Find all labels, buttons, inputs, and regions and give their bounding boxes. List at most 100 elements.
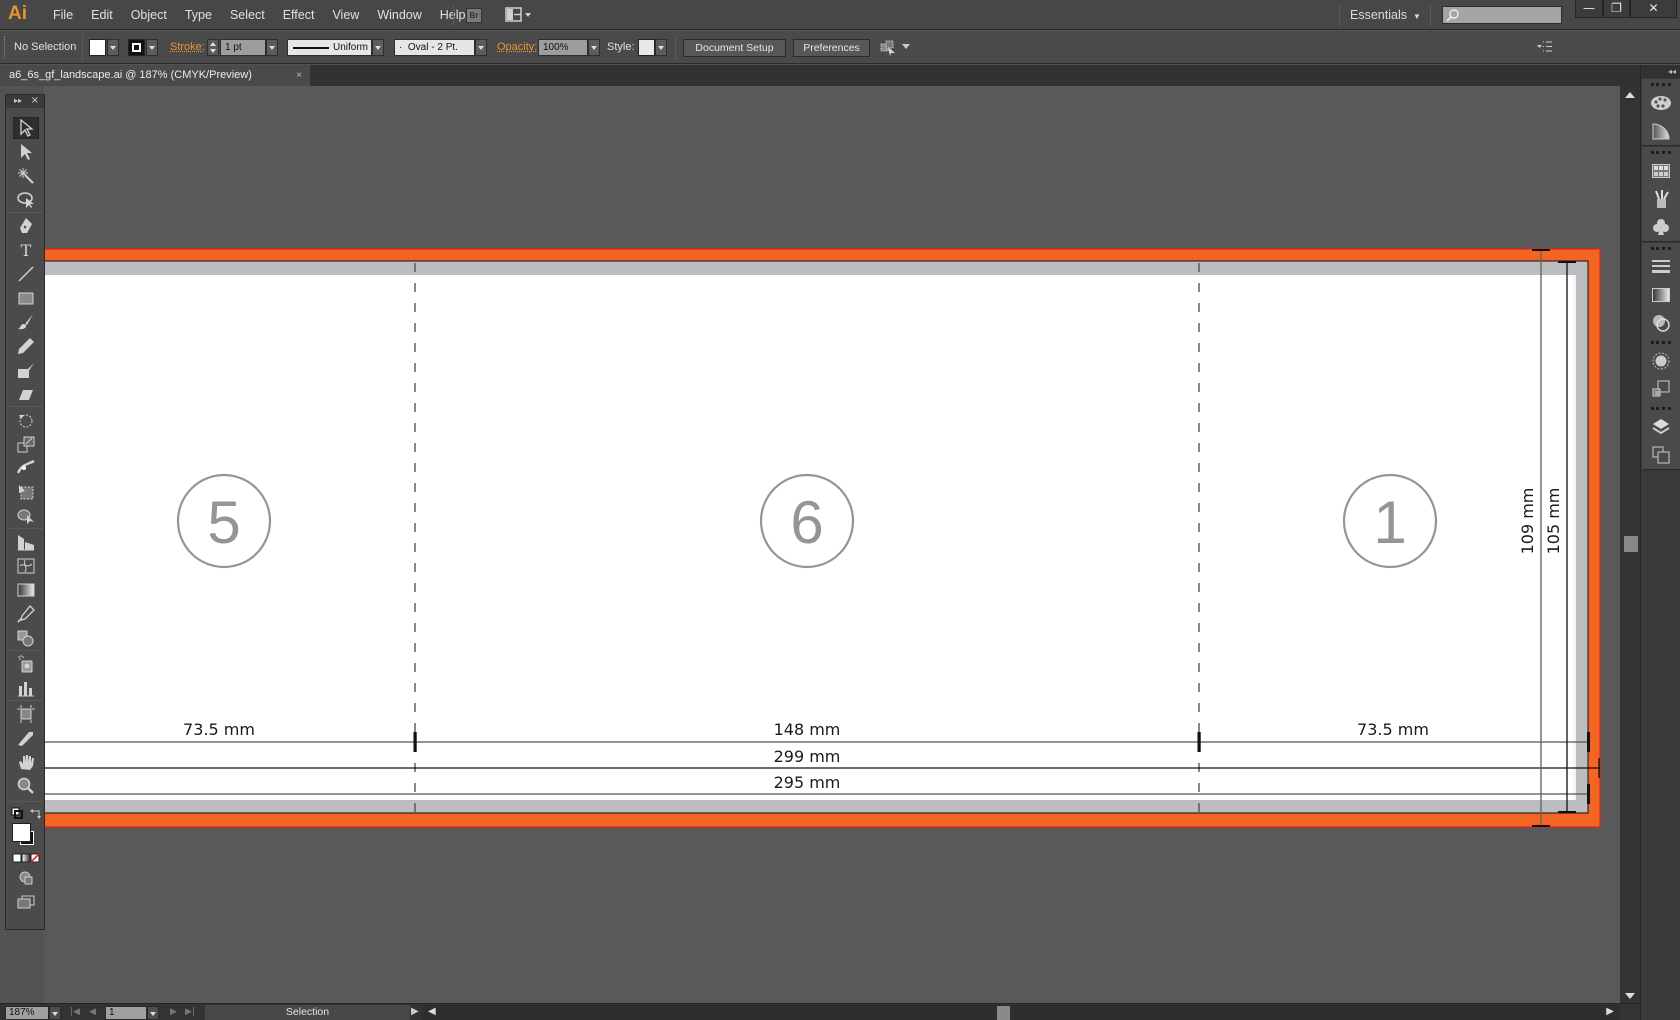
control-bar-menu-icon[interactable] [902,44,910,49]
last-artboard-icon[interactable]: ▶| [185,1007,195,1017]
swap-fill-stroke-icon[interactable] [30,807,42,822]
tool-column-graph[interactable] [13,677,39,699]
artboard-number-field[interactable]: 1 [105,1006,147,1020]
stroke-profile-field[interactable]: Uniform [287,39,372,56]
tool-blob-brush[interactable] [13,359,39,381]
tool-artboard[interactable] [13,703,39,725]
opacity-field[interactable]: 100% [538,39,588,56]
tool-shape-builder[interactable] [13,505,39,527]
vertical-scrollbar[interactable] [1620,86,1640,1003]
close-tab-icon[interactable]: × [296,65,302,86]
stroke-swatch[interactable] [128,39,145,56]
tool-selection[interactable] [13,117,39,139]
tool-type[interactable]: T [13,239,39,261]
artboards-panel-button[interactable] [1642,441,1680,469]
tool-free-transform[interactable] [13,481,39,503]
menu-effect[interactable]: Effect [274,0,324,30]
status-menu-icon[interactable]: ▶ [411,1006,419,1017]
document-setup-button[interactable]: Document Setup [683,39,786,57]
tool-paintbrush[interactable] [13,311,39,333]
swatches-panel-button[interactable] [1642,157,1680,185]
close-panel-icon[interactable]: × [31,95,39,106]
tool-eyedropper[interactable] [13,603,39,625]
brushes-panel-button[interactable] [1642,185,1680,213]
transparency-panel-button[interactable] [1642,309,1680,337]
canvas[interactable]: 5 6 1 73.5 mm 148 mm 73.5 mm 299 mm 295 mm 109 m… [44,86,1620,1003]
graphic-styles-panel-button[interactable] [1642,375,1680,403]
menu-select[interactable]: Select [221,0,274,30]
previous-artboard-icon[interactable]: ◀ [89,1007,96,1017]
fill-swatch[interactable] [89,39,106,56]
opacity-label[interactable]: Opacity: [497,31,537,64]
tool-hand[interactable] [13,751,39,773]
zoom-level-dropdown[interactable] [49,1006,61,1020]
artboard-number-dropdown[interactable] [147,1006,159,1020]
graphic-style-dropdown[interactable] [655,39,667,56]
arrange-documents-button[interactable] [505,7,533,23]
next-artboard-icon[interactable]: ▶ [170,1007,177,1017]
tool-perspective-grid[interactable] [13,531,39,553]
isolate-selected-button[interactable] [880,40,896,56]
brush-dropdown[interactable] [475,39,487,56]
control-bar-options-button[interactable] [1537,41,1553,53]
first-artboard-icon[interactable]: |◀ [70,1007,80,1017]
menu-view[interactable]: View [323,0,368,30]
opacity-dropdown[interactable] [588,39,600,56]
appearance-panel-button[interactable] [1642,347,1680,375]
fill-dropdown[interactable] [107,39,119,56]
preferences-button[interactable]: Preferences [793,39,870,57]
drawing-mode-icon[interactable] [19,871,33,888]
screen-mode-icon[interactable] [17,895,35,912]
expand-panel-icon[interactable]: ▸▸ [14,96,22,105]
menu-type[interactable]: Type [176,0,221,30]
panel-grip[interactable] [4,36,7,58]
tool-rectangle[interactable] [13,287,39,309]
color-guide-panel-button[interactable] [1642,117,1680,145]
stroke-dropdown[interactable] [146,39,158,56]
tool-eraser[interactable] [13,383,39,405]
tool-lasso[interactable] [13,189,39,211]
bridge-button[interactable]: Br [466,8,482,23]
scroll-down-icon[interactable] [1625,993,1635,999]
tool-line-segment[interactable] [13,263,39,285]
vertical-scroll-thumb[interactable] [1624,536,1638,552]
scroll-up-icon[interactable] [1625,92,1635,98]
stroke-label[interactable]: Stroke: [170,31,205,64]
zoom-level-field[interactable]: 187% [5,1006,49,1020]
menu-edit[interactable]: Edit [82,0,122,30]
gradient-panel-button[interactable] [1642,281,1680,309]
tool-gradient[interactable] [13,579,39,601]
tool-slice[interactable] [13,727,39,749]
menu-object[interactable]: Object [122,0,176,30]
minimize-button[interactable]: — [1575,0,1603,18]
stroke-weight-field[interactable]: 1 pt [220,39,266,56]
default-fill-stroke-icon[interactable] [11,807,23,822]
close-window-button[interactable]: ✕ [1630,0,1677,18]
tool-scale[interactable] [13,433,39,455]
tool-direct-selection[interactable] [13,141,39,163]
search-input[interactable] [1442,6,1562,24]
layers-panel-button[interactable] [1642,413,1680,441]
brush-definition-field[interactable]: · Oval - 2 Pt. [394,39,475,56]
tool-rotate[interactable] [13,409,39,431]
collapse-dock-icon[interactable]: ◂◂ [1641,65,1680,78]
restore-button[interactable]: ❐ [1603,0,1630,18]
color-mode-buttons[interactable] [12,853,40,866]
menu-window[interactable]: Window [368,0,430,30]
tool-pencil[interactable] [13,335,39,357]
tool-mesh[interactable] [13,555,39,577]
workspace-switcher[interactable]: Essentials ▼ [1350,0,1421,30]
tool-zoom[interactable] [13,775,39,797]
menu-file[interactable]: File [44,0,82,30]
tools-panel-header[interactable]: ▸▸ × [6,95,44,108]
tool-pen[interactable] [13,215,39,237]
horizontal-scroll-thumb[interactable] [997,1006,1010,1020]
tool-symbol-sprayer[interactable] [13,653,39,675]
tool-blend[interactable] [13,627,39,649]
stroke-panel-button[interactable] [1642,253,1680,281]
stroke-weight-stepper[interactable] [207,39,219,56]
scroll-right-icon[interactable]: ▶ [1606,1006,1614,1017]
stroke-profile-dropdown[interactable] [372,39,384,56]
tool-magic-wand[interactable] [13,165,39,187]
document-tab[interactable]: a6_6s_gf_landscape.ai @ 187% (CMYK/Previ… [0,65,310,86]
